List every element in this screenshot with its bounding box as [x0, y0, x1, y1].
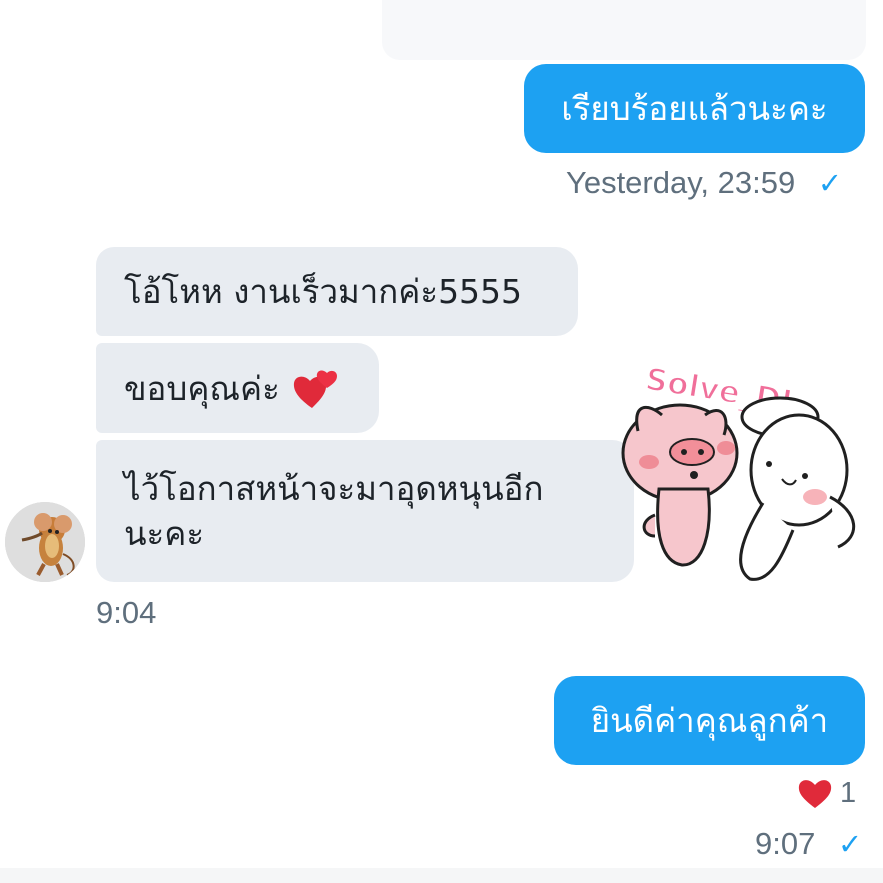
previous-message-fragment	[382, 0, 866, 60]
incoming-message-3[interactable]: ไว้โอกาสหน้าจะมาอุดหนุนอีก นะคะ	[96, 440, 634, 582]
incoming-message-2-text: ขอบคุณค่ะ	[124, 368, 280, 408]
heart-reaction-icon	[798, 779, 832, 808]
check-icon: ✓	[817, 166, 843, 200]
mouse-avatar[interactable]	[5, 502, 85, 582]
outgoing-message-1[interactable]: เรียบร้อยแล้วนะคะ	[524, 64, 865, 153]
outgoing-message-1-time: Yesterday, 23:59 ✓	[566, 165, 843, 200]
incoming-message-1-text: โอ้โหห งานเร็วมากค่ะ5555	[124, 272, 523, 311]
outgoing-message-2-text: ยินดีค่าคุณลูกค้า	[590, 701, 829, 740]
chat-screen: เรียบร้อยแล้วนะคะ Yesterday, 23:59 ✓ โอ้…	[0, 0, 883, 883]
outgoing-message-1-text: เรียบร้อยแล้วนะคะ	[561, 89, 828, 128]
outgoing-message-2[interactable]: ยินดีค่าคุณลูกค้า	[554, 676, 865, 765]
incoming-message-time: 9:04	[96, 595, 157, 630]
incoming-message-1[interactable]: โอ้โหห งานเร็วมากค่ะ5555	[96, 247, 578, 336]
bottom-divider	[0, 868, 883, 883]
incoming-message-3-line-2: นะคะ	[124, 514, 205, 553]
heart-reaction[interactable]: 1	[798, 774, 856, 812]
pig-bunny-sticker[interactable]: Solve_DI	[612, 325, 878, 590]
incoming-message-3-line-1: ไว้โอกาสหน้าจะมาอุดหนุนอีก	[124, 469, 544, 508]
outgoing-message-2-time: 9:07 ✓	[755, 826, 863, 861]
sticker-art: Solve_DI	[621, 335, 876, 581]
check-icon: ✓	[837, 827, 863, 861]
reaction-count: 1	[840, 776, 857, 809]
two-hearts-icon	[293, 369, 337, 408]
incoming-message-2[interactable]: ขอบคุณค่ะ	[96, 343, 379, 433]
mouse-avatar-icon	[5, 502, 85, 582]
